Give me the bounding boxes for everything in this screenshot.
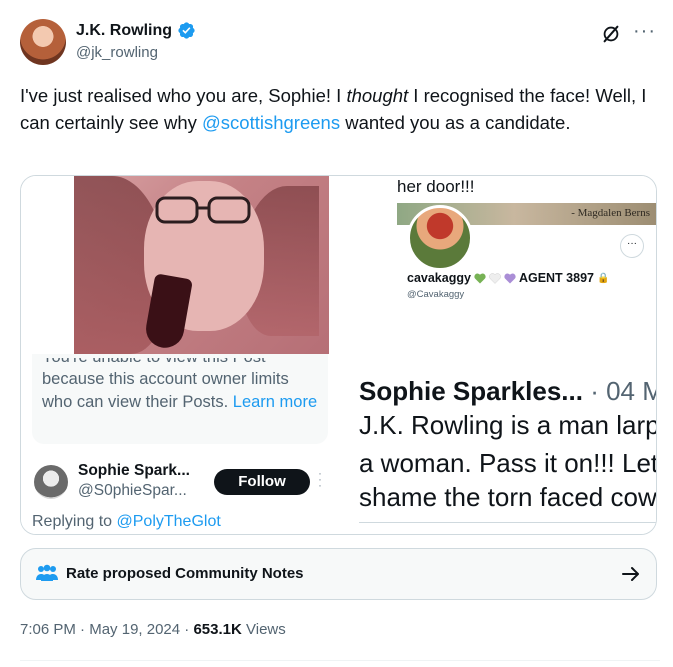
unavailable-post-card: You're unable to view this Post because t… bbox=[32, 354, 328, 444]
profile-handle: @Cavakaggy bbox=[407, 289, 465, 300]
follow-button[interactable]: Follow bbox=[214, 469, 310, 495]
embedded-text-top: her door!!! bbox=[397, 177, 475, 196]
profile-avatar bbox=[407, 205, 473, 271]
tweet-header: J.K. Rowling @jk_rowling ··· bbox=[20, 18, 660, 66]
profile-name-row: cavakaggy AGENT 3897 🔒 bbox=[407, 271, 610, 285]
embedded-post-line-3: shame the torn faced cow. bbox=[359, 482, 657, 512]
embedded-author-avatar[interactable] bbox=[34, 465, 68, 499]
bottom-divider bbox=[20, 660, 660, 661]
unavailable-post-message: You're unable to view this Post because t… bbox=[42, 348, 318, 411]
media-right-screenshot[interactable]: her door!!! - Magdalen Berns ··· cavakag… bbox=[341, 176, 657, 534]
community-notes-button[interactable]: Rate proposed Community Notes bbox=[20, 548, 657, 600]
author-avatar[interactable] bbox=[20, 19, 66, 65]
purple-heart-icon bbox=[504, 273, 516, 283]
author-name[interactable]: J.K. Rowling bbox=[76, 22, 172, 40]
divider bbox=[359, 522, 656, 523]
more-options-icon[interactable]: ··· bbox=[633, 20, 656, 43]
tweet-time[interactable]: 7:06 PM bbox=[20, 621, 76, 638]
verified-badge-icon bbox=[178, 22, 195, 39]
embedded-photo bbox=[74, 176, 329, 354]
embedded-post-line-1: J.K. Rowling is a man larpin bbox=[359, 410, 657, 440]
author-name-row: J.K. Rowling bbox=[76, 21, 196, 40]
embedded-post-line-2: a woman. Pass it on!!! Let's bbox=[359, 448, 657, 478]
embedded-profile-card: - Magdalen Berns ··· cavakaggy AGENT 389… bbox=[397, 203, 656, 355]
learn-more-link[interactable]: Learn more bbox=[233, 393, 317, 411]
vertical-more-icon[interactable]: · · · bbox=[318, 467, 322, 491]
tweet-text: I've just realised who you are, Sophie! … bbox=[20, 85, 647, 133]
views-label: Views bbox=[246, 621, 286, 638]
embedded-post-header: Sophie Sparkles... · 04 Ma bbox=[359, 376, 656, 406]
embedded-author-name[interactable]: Sophie Spark... bbox=[78, 462, 190, 480]
grok-icon[interactable] bbox=[600, 23, 622, 45]
tweet-meta: 7:06 PM · May 19, 2024 · 653.1K Views bbox=[20, 621, 286, 638]
embedded-author-row: Sophie Spark... @S0phieSpar... Follow · ·… bbox=[21, 460, 336, 504]
white-heart-icon bbox=[489, 272, 501, 284]
community-notes-label: Rate proposed Community Notes bbox=[66, 565, 304, 582]
replying-to-link[interactable]: @PolyTheGlot bbox=[117, 513, 221, 530]
tweet-date[interactable]: May 19, 2024 bbox=[89, 621, 180, 638]
media-left-screenshot[interactable]: You're unable to view this Post because t… bbox=[21, 176, 336, 534]
green-heart-icon bbox=[474, 273, 486, 283]
views-count: 653.1K bbox=[193, 621, 242, 638]
mention-link[interactable]: @scottishgreens bbox=[202, 112, 340, 133]
embedded-author-handle[interactable]: @S0phieSpar... bbox=[78, 482, 187, 500]
replying-to: Replying to @PolyTheGlot bbox=[32, 513, 221, 530]
tweet-media[interactable]: You're unable to view this Post because t… bbox=[20, 175, 657, 535]
author-handle[interactable]: @jk_rowling bbox=[76, 44, 158, 61]
lock-icon: 🔒 bbox=[596, 272, 610, 284]
banner-text: - Magdalen Berns bbox=[571, 207, 650, 219]
profile-more-icon: ··· bbox=[620, 234, 644, 258]
arrow-right-icon bbox=[622, 567, 639, 581]
community-notes-icon bbox=[36, 564, 58, 581]
